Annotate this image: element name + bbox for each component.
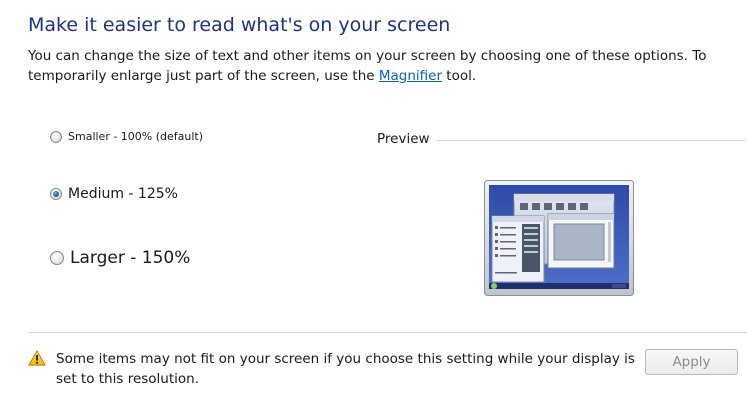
preview-label: Preview [377, 131, 430, 147]
page-description: You can change the size of text and othe… [28, 46, 728, 86]
warning-icon [28, 350, 46, 366]
option-larger-label: Larger - 150% [70, 248, 191, 268]
option-larger[interactable]: Larger - 150% [50, 248, 190, 268]
description-text-end: tool. [442, 68, 477, 84]
radio-smaller[interactable] [50, 130, 62, 143]
apply-button[interactable]: Apply [645, 349, 738, 375]
section-divider [28, 332, 747, 333]
description-text: You can change the size of text and othe… [28, 48, 707, 84]
preview-divider [436, 140, 746, 141]
radio-medium[interactable] [50, 188, 62, 200]
display-settings-page: Make it easier to read what's on your sc… [0, 0, 747, 413]
option-smaller-label: Smaller - 100% (default) [68, 130, 204, 143]
preview-image [484, 180, 634, 296]
option-medium-label: Medium - 125% [68, 186, 178, 202]
warning-message: Some items may not fit on your screen if… [56, 351, 635, 387]
magnifier-link[interactable]: Magnifier [379, 68, 442, 84]
radio-larger[interactable] [50, 251, 64, 265]
page-title: Make it easier to read what's on your sc… [28, 14, 451, 36]
option-medium[interactable]: Medium - 125% [50, 186, 178, 202]
option-smaller[interactable]: Smaller - 100% (default) [50, 130, 203, 143]
